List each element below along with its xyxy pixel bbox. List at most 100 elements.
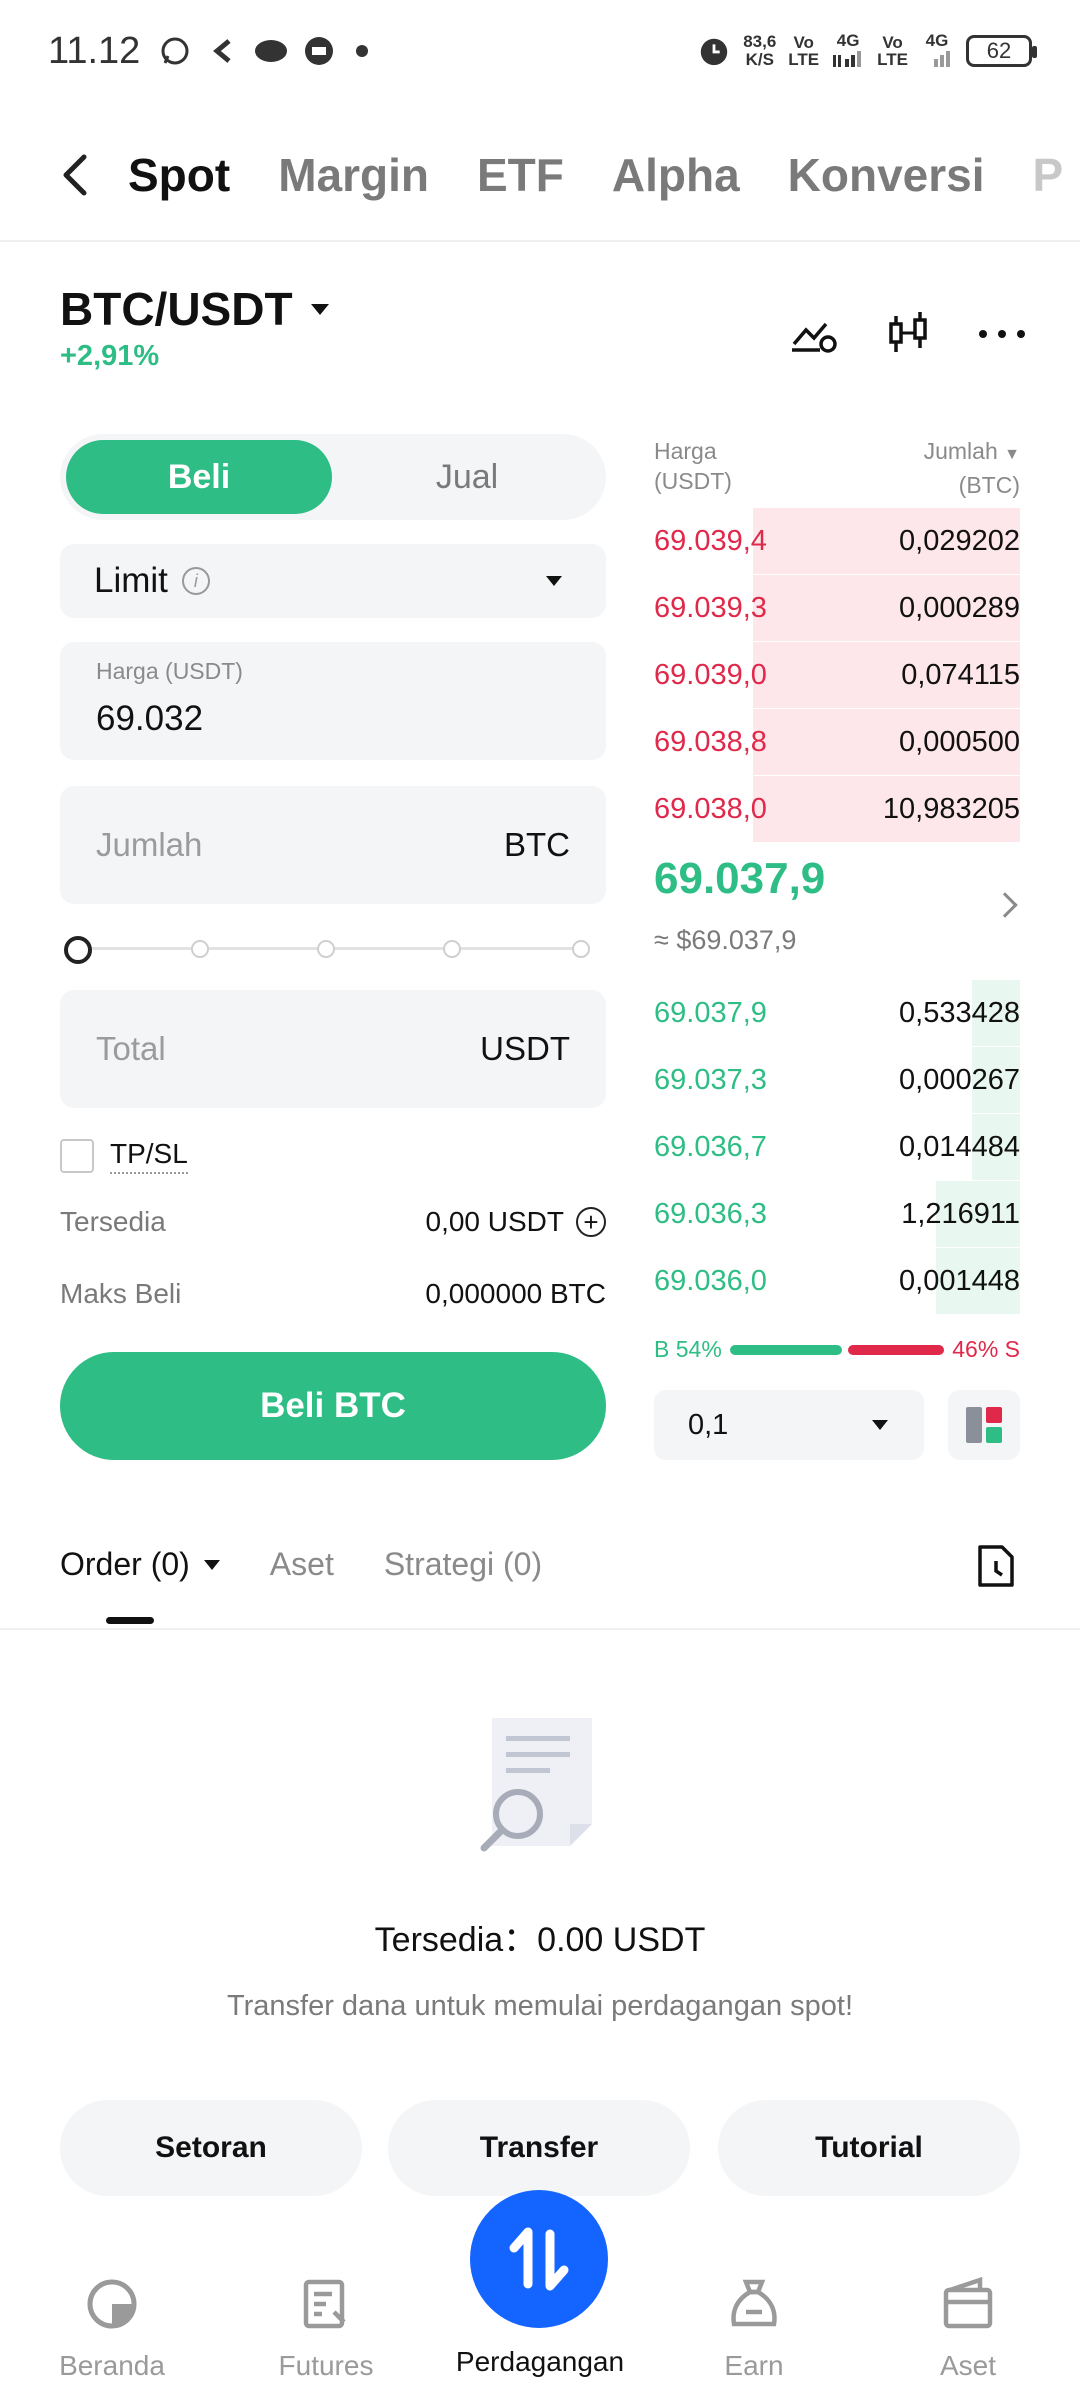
- amount-field[interactable]: Jumlah BTC: [60, 786, 606, 904]
- slider-step-50[interactable]: [317, 940, 335, 958]
- order-history-button[interactable]: [976, 1544, 1016, 1588]
- active-tab-indicator: [106, 1617, 154, 1624]
- home-icon: [87, 2279, 137, 2329]
- last-price[interactable]: 69.037,9: [654, 854, 825, 904]
- bid-price: 69.037,3: [654, 1063, 767, 1096]
- add-funds-icon[interactable]: +: [576, 1207, 606, 1237]
- slider-step-25[interactable]: [191, 940, 209, 958]
- tpsl-label[interactable]: TP/SL: [110, 1138, 188, 1174]
- ask-row[interactable]: 69.039,3 0,000289: [654, 575, 1020, 641]
- price-alert-button[interactable]: [790, 310, 838, 358]
- ask-row[interactable]: 69.038,8 0,000500: [654, 709, 1020, 775]
- system-icons: 83,6 K/S Vo LTE 4G Vo LTE 4G 62: [697, 32, 1037, 70]
- buy-sell-ratio: B 54% 46% S: [654, 1336, 1020, 1363]
- bid-row[interactable]: 69.036,3 1,216911: [654, 1181, 1020, 1247]
- bid-price: 69.036,0: [654, 1264, 767, 1297]
- volte-vo: Vo: [793, 33, 814, 52]
- tab-strategy[interactable]: Strategi (0): [384, 1546, 542, 1583]
- tab-konversi[interactable]: Konversi: [788, 148, 985, 202]
- bid-price: 69.037,9: [654, 996, 767, 1029]
- bid-row[interactable]: 69.037,3 0,000267: [654, 1047, 1020, 1113]
- back-button[interactable]: [44, 145, 104, 205]
- order-book-layout-button[interactable]: [948, 1390, 1020, 1460]
- chevron-down-icon: [872, 1420, 888, 1430]
- buy-ratio-label: B 54%: [654, 1336, 722, 1362]
- bid-row[interactable]: 69.036,0 0,001448: [654, 1248, 1020, 1314]
- nav-futures-label: Futures: [278, 2350, 374, 2381]
- nav-futures[interactable]: Futures: [226, 2276, 426, 2382]
- ask-price: 69.039,3: [654, 591, 767, 624]
- tab-spot[interactable]: Spot: [128, 148, 230, 202]
- tpsl-checkbox[interactable]: [60, 1139, 94, 1173]
- qty-header-label-wrap: Jumlah ▼: [924, 436, 1020, 470]
- tab-orders[interactable]: Order (0): [60, 1546, 220, 1583]
- bid-qty: 0,000267: [899, 1063, 1020, 1096]
- ask-row[interactable]: 69.039,4 0,029202: [654, 508, 1020, 574]
- nav-earn[interactable]: Earn: [654, 2276, 854, 2382]
- order-type-value: Limit: [94, 561, 168, 600]
- nav-home[interactable]: Beranda: [12, 2276, 212, 2382]
- chevron-right-icon[interactable]: [992, 892, 1018, 918]
- back-arrow-icon: [63, 154, 87, 196]
- qty-column-header[interactable]: Jumlah ▼ (BTC): [924, 436, 1020, 500]
- history-document-icon: [978, 1545, 1014, 1587]
- tab-etf[interactable]: ETF: [477, 148, 564, 202]
- qty-header-label: Jumlah: [923, 438, 998, 464]
- bid-qty: 0,533428: [899, 996, 1020, 1029]
- pair-selector[interactable]: BTC/USDT: [60, 282, 329, 336]
- speed-value: 83,6: [743, 32, 777, 51]
- speed-unit: K/S: [745, 50, 774, 69]
- ask-row[interactable]: 69.038,0 10,983205: [654, 776, 1020, 842]
- tab-assets[interactable]: Aset: [270, 1546, 334, 1583]
- depth-precision-select[interactable]: 0,1: [654, 1390, 924, 1460]
- tab-orders-label: Order (0): [60, 1546, 190, 1582]
- available-value-wrap: 0,00 USDT +: [426, 1206, 606, 1238]
- deposit-button[interactable]: Setoran: [60, 2100, 362, 2196]
- candlestick-chart-button[interactable]: [884, 310, 932, 358]
- signal-bars-icon: [833, 51, 862, 67]
- ask-qty: 10,983205: [882, 792, 1020, 825]
- tutorial-button[interactable]: Tutorial: [718, 2100, 1020, 2196]
- total-field[interactable]: Total USDT: [60, 990, 606, 1108]
- trade-fab-button[interactable]: [470, 2190, 608, 2328]
- info-icon[interactable]: i: [181, 567, 210, 595]
- slider-step-100[interactable]: [572, 940, 590, 958]
- nav-trade[interactable]: Perdagangan: [440, 2346, 640, 2396]
- tab-margin[interactable]: Margin: [278, 148, 429, 202]
- buy-btc-button[interactable]: Beli BTC: [60, 1352, 606, 1460]
- ratio-bar: [729, 1344, 945, 1355]
- volte-label-1: Vo LTE: [788, 34, 819, 68]
- buy-tab[interactable]: Beli: [66, 440, 332, 514]
- order-type-select[interactable]: Limit i: [60, 544, 606, 618]
- amount-slider[interactable]: [64, 936, 598, 964]
- total-unit: USDT: [480, 1030, 570, 1067]
- pair-change-percent: +2,91%: [60, 340, 160, 372]
- tab-alpha[interactable]: Alpha: [612, 148, 740, 202]
- chart-alert-icon: [792, 322, 837, 353]
- slider-handle[interactable]: [64, 936, 92, 964]
- slider-step-75[interactable]: [443, 940, 461, 958]
- nav-assets[interactable]: Aset: [868, 2276, 1068, 2382]
- tab-partial[interactable]: P: [1033, 148, 1064, 202]
- message-app-icon: [302, 34, 336, 68]
- qty-header-unit: (BTC): [958, 472, 1020, 498]
- bid-row[interactable]: 69.037,9 0,533428: [654, 980, 1020, 1046]
- sell-ratio-label: 46% S: [952, 1336, 1020, 1362]
- status-time: 11.12: [48, 30, 141, 72]
- signal-bars-icon: [934, 51, 950, 67]
- bid-row[interactable]: 69.036,7 0,014484: [654, 1114, 1020, 1180]
- price-field[interactable]: Harga (USDT) 69.032: [60, 642, 606, 760]
- sell-tab[interactable]: Jual: [334, 440, 600, 514]
- transfer-button[interactable]: Transfer: [388, 2100, 690, 2196]
- ask-qty: 0,029202: [899, 524, 1020, 557]
- volte-lte: LTE: [788, 50, 820, 69]
- futures-document-icon: [303, 2279, 346, 2329]
- more-options-button[interactable]: [978, 310, 1026, 358]
- battery-level: 62: [986, 38, 1012, 63]
- tpsl-option: TP/SL: [60, 1138, 188, 1174]
- bid-price: 69.036,7: [654, 1130, 767, 1163]
- price-header-label: Harga: [654, 438, 717, 464]
- ask-row[interactable]: 69.039,0 0,074115: [654, 642, 1020, 708]
- more-notifications-dot: [356, 45, 368, 57]
- depth-precision-value: 0,1: [688, 1408, 729, 1441]
